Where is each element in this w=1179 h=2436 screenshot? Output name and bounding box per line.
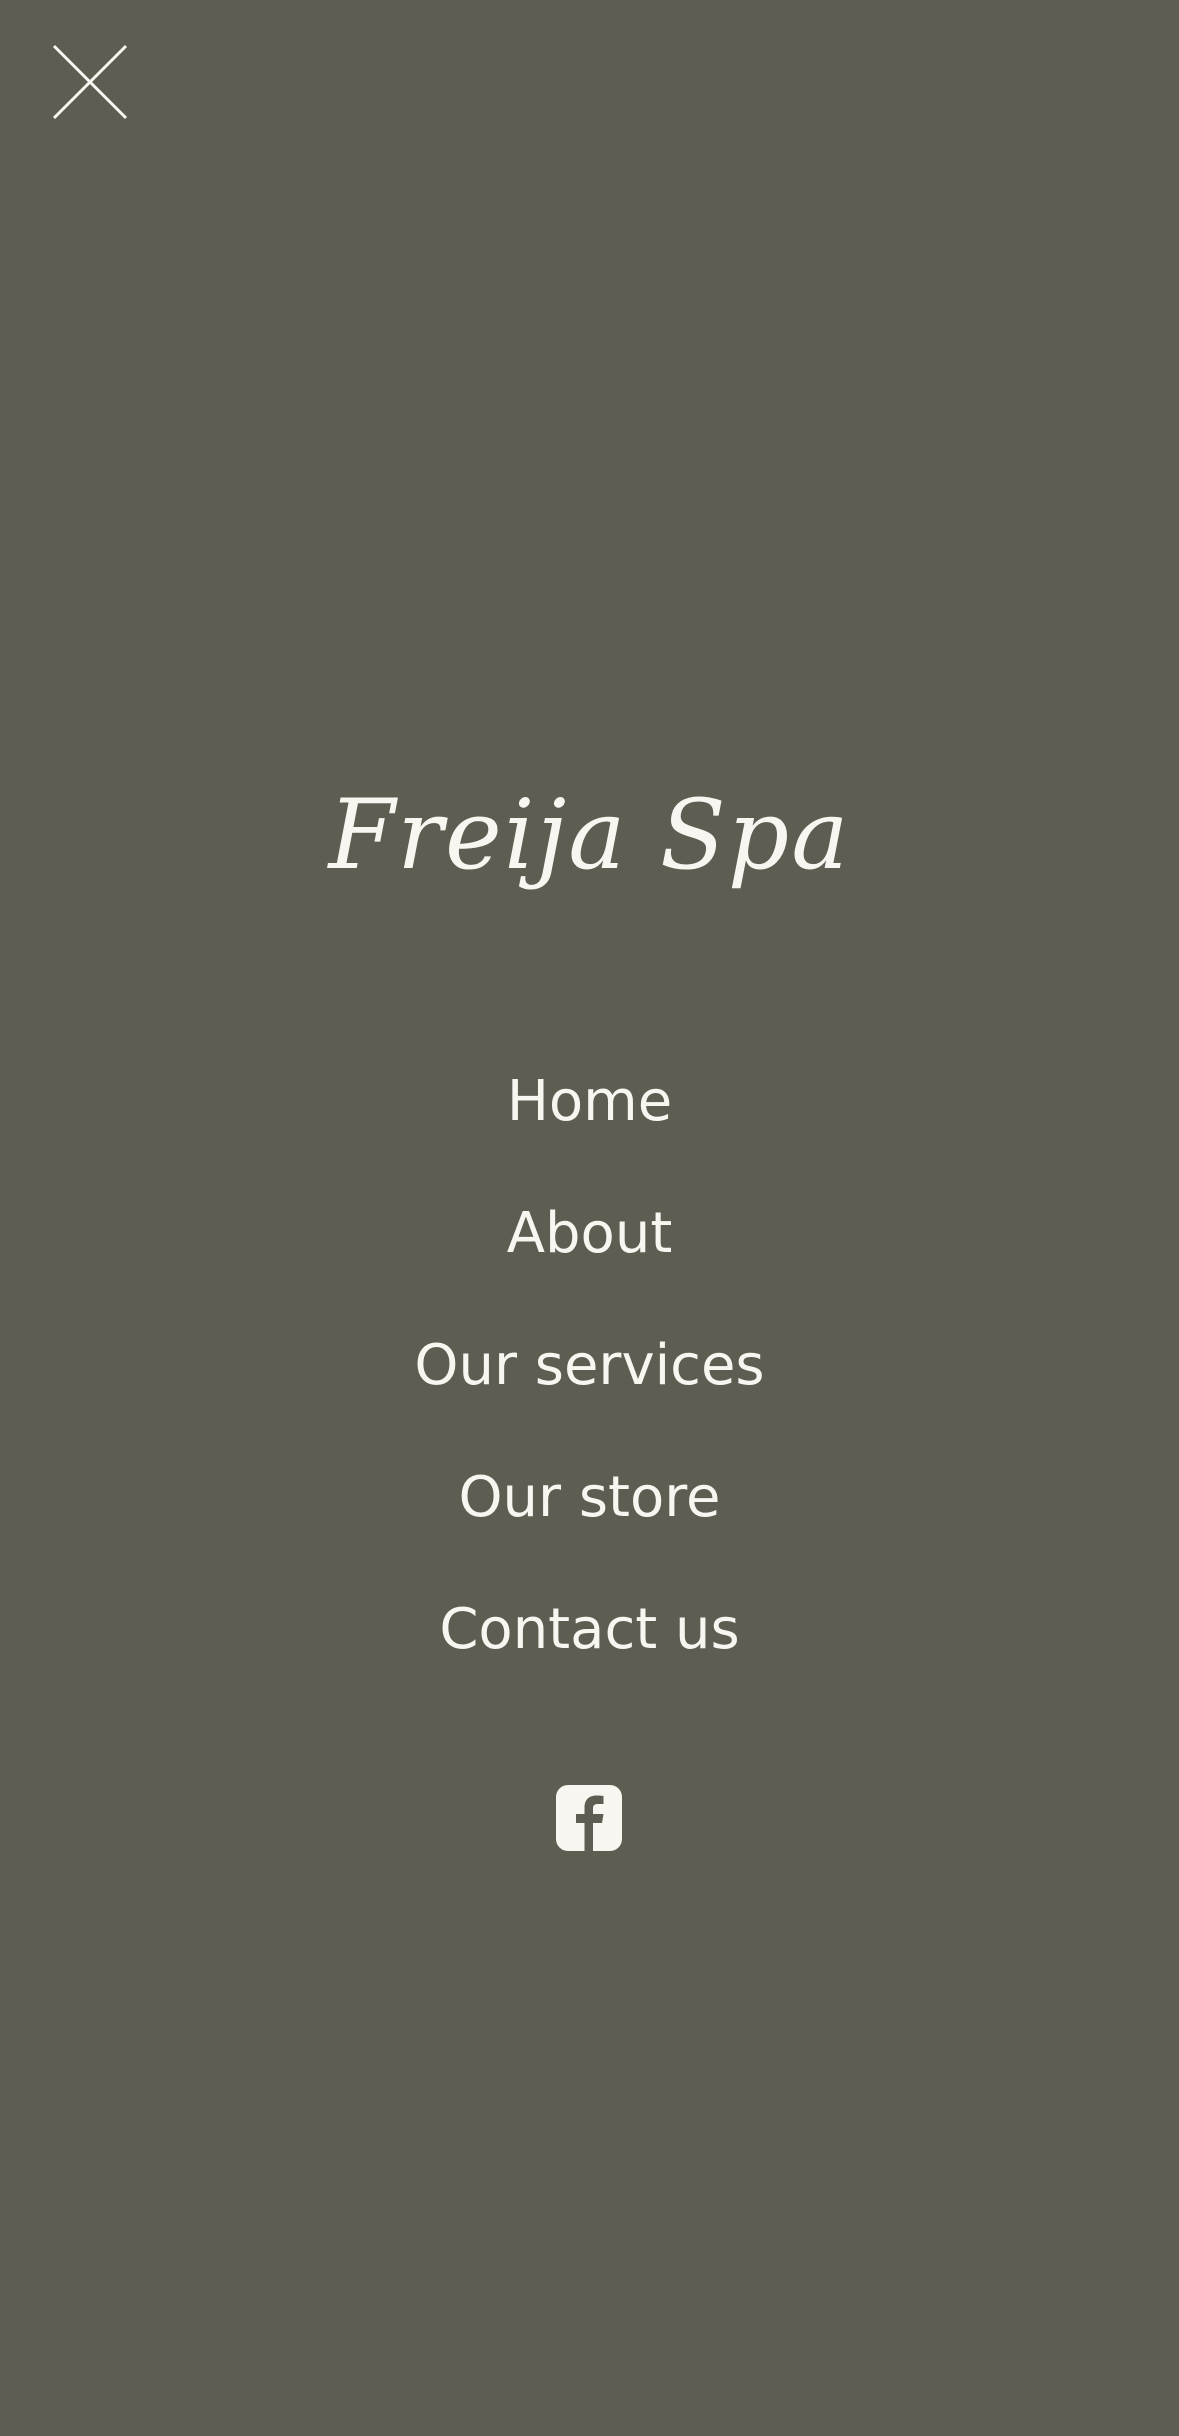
nav-item-our-store: Our store — [0, 1431, 1179, 1563]
facebook-icon — [556, 1785, 622, 1851]
nav-item-our-services: Our services — [0, 1299, 1179, 1431]
nav-link-about[interactable]: About — [507, 1201, 673, 1266]
nav-link-our-services[interactable]: Our services — [414, 1333, 764, 1398]
brand-logo[interactable]: Freija Spa — [0, 760, 1179, 910]
nav-link-our-store[interactable]: Our store — [458, 1465, 720, 1530]
nav-item-contact-us: Contact us — [0, 1563, 1179, 1695]
nav-item-about: About — [0, 1167, 1179, 1299]
nav-link-contact-us[interactable]: Contact us — [439, 1597, 739, 1662]
close-icon — [52, 44, 128, 120]
nav-item-home: Home — [0, 1035, 1179, 1167]
nav-link-home[interactable]: Home — [507, 1069, 672, 1134]
facebook-link[interactable] — [556, 1785, 622, 1851]
main-navigation: Home About Our services Our store Contac… — [0, 1035, 1179, 1695]
close-menu-button[interactable] — [50, 42, 130, 122]
